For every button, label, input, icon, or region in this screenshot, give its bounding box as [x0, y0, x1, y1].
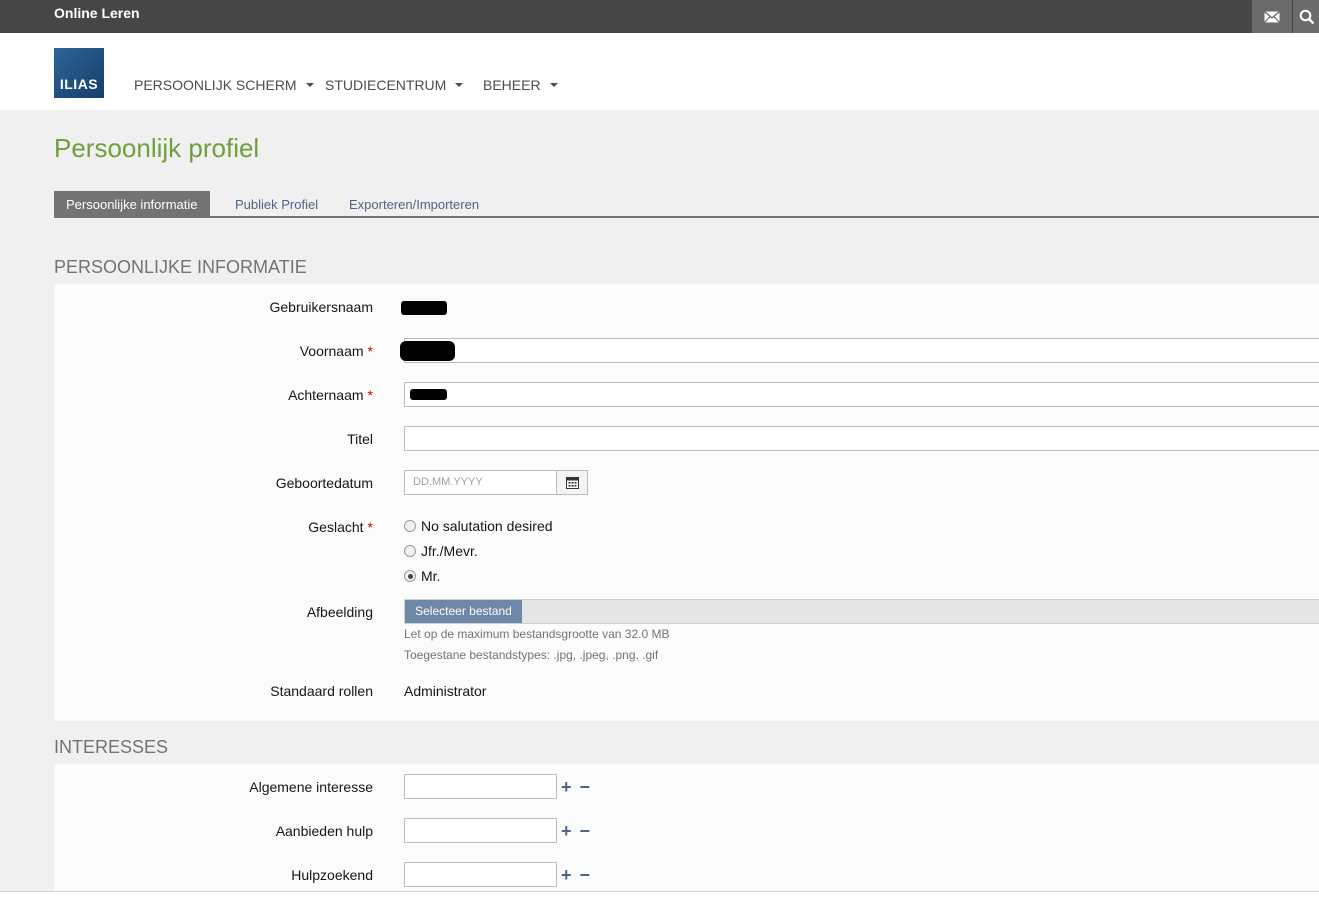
birthday-label: Geboortedatum — [275, 475, 373, 491]
interest-general-input[interactable] — [404, 774, 557, 799]
gender-label-text: Geslacht — [308, 519, 364, 535]
bottom-strip — [0, 892, 1319, 898]
search-button[interactable] — [1293, 0, 1319, 33]
select-file-button[interactable]: Selecteer bestand — [405, 600, 522, 623]
caret-down-icon — [305, 83, 314, 87]
redacted-username — [401, 301, 447, 315]
radio-label: Jfr./Mevr. — [421, 543, 478, 559]
radio-button-checked[interactable] — [404, 570, 416, 582]
required-marker: * — [367, 387, 373, 403]
gender-option-male[interactable]: Mr. — [404, 568, 440, 584]
required-marker: * — [367, 519, 373, 535]
radio-button[interactable] — [404, 520, 416, 532]
section-title-interests: INTERESSES — [54, 737, 169, 757]
sub-tabs: Persoonlijke informatie Publiek Profiel … — [54, 191, 1319, 218]
caret-down-icon — [549, 83, 558, 87]
remove-icon[interactable]: − — [580, 822, 591, 840]
file-types-hint: Toegestane bestandstypes: .jpg, .jpeg, .… — [404, 648, 659, 662]
tab-exporteren-importeren[interactable]: Exporteren/Importeren — [337, 191, 491, 216]
radio-button[interactable] — [404, 545, 416, 557]
file-size-hint: Let op de maximum bestandsgrootte van 32… — [404, 627, 670, 641]
file-upload-field[interactable]: Selecteer bestand — [404, 599, 1319, 624]
gender-label: Geslacht * — [308, 519, 373, 535]
redacted-lastname — [410, 389, 447, 400]
calendar-icon — [565, 477, 579, 489]
lastname-label-text: Achternaam — [288, 387, 364, 403]
nav-persoonlijk-scherm[interactable]: PERSOONLIJK SCHERM — [134, 77, 314, 93]
section-title-personal: PERSOONLIJKE INFORMATIE — [54, 257, 307, 277]
interest-offer-help-input[interactable] — [404, 818, 557, 843]
nav-beheer[interactable]: BEHEER — [483, 77, 558, 93]
interest-general-label: Algemene interesse — [249, 779, 373, 795]
caret-down-icon — [455, 83, 464, 87]
picture-label: Afbeelding — [306, 604, 373, 620]
remove-icon[interactable]: − — [580, 778, 591, 796]
roles-value: Administrator — [404, 683, 487, 699]
envelope-icon — [1264, 10, 1280, 23]
add-icon[interactable]: + — [561, 866, 572, 884]
radio-label: Mr. — [421, 568, 441, 584]
interest-looking-help-label: Hulpzoekend — [291, 867, 373, 883]
tab-persoonlijke-informatie[interactable]: Persoonlijke informatie — [54, 191, 210, 216]
lastname-label: Achternaam * — [288, 387, 373, 403]
add-icon[interactable]: + — [561, 778, 572, 796]
firstname-label: Voornaam * — [300, 343, 373, 359]
gender-option-female[interactable]: Jfr./Mevr. — [404, 543, 478, 559]
tab-publiek-profiel[interactable]: Publiek Profiel — [223, 191, 330, 216]
username-label: Gebruikersnaam — [269, 299, 374, 315]
page-title: Persoonlijk profiel — [54, 133, 260, 163]
roles-label: Standaard rollen — [270, 683, 373, 699]
calendar-button[interactable] — [556, 470, 588, 495]
interest-looking-help-input[interactable] — [404, 862, 557, 887]
site-name[interactable]: Online Leren — [54, 5, 140, 21]
lastname-input[interactable] — [404, 382, 1319, 407]
required-marker: * — [367, 343, 373, 359]
radio-label: No salutation desired — [421, 518, 553, 534]
ilias-logo[interactable]: ILIAS — [54, 48, 104, 98]
interest-offer-help-controls: + − — [561, 822, 590, 840]
interests-panel — [54, 764, 1319, 891]
search-icon — [1299, 9, 1315, 24]
gender-option-none[interactable]: No salutation desired — [404, 518, 553, 534]
nav-label: PERSOONLIJK SCHERM — [134, 77, 297, 93]
title-input[interactable] — [404, 426, 1319, 451]
interest-offer-help-label: Aanbieden hulp — [275, 823, 373, 839]
firstname-input[interactable] — [404, 338, 1319, 363]
interest-looking-help-controls: + − — [561, 866, 590, 884]
nav-label: BEHEER — [483, 77, 541, 93]
mail-button[interactable] — [1252, 0, 1292, 33]
nav-studiecentrum[interactable]: STUDIECENTRUM — [325, 77, 464, 93]
title-label: Titel — [347, 431, 373, 447]
main-header: ILIAS PERSOONLIJK SCHERM STUDIECENTRUM B… — [0, 33, 1319, 110]
firstname-label-text: Voornaam — [299, 343, 364, 359]
top-bar: Online Leren — [0, 0, 1319, 33]
redacted-firstname — [400, 341, 455, 361]
add-icon[interactable]: + — [561, 822, 572, 840]
interest-general-controls: + − — [561, 778, 590, 796]
remove-icon[interactable]: − — [580, 866, 591, 884]
nav-label: STUDIECENTRUM — [325, 77, 447, 93]
birthday-input[interactable]: DD.MM.YYYY — [404, 470, 557, 495]
